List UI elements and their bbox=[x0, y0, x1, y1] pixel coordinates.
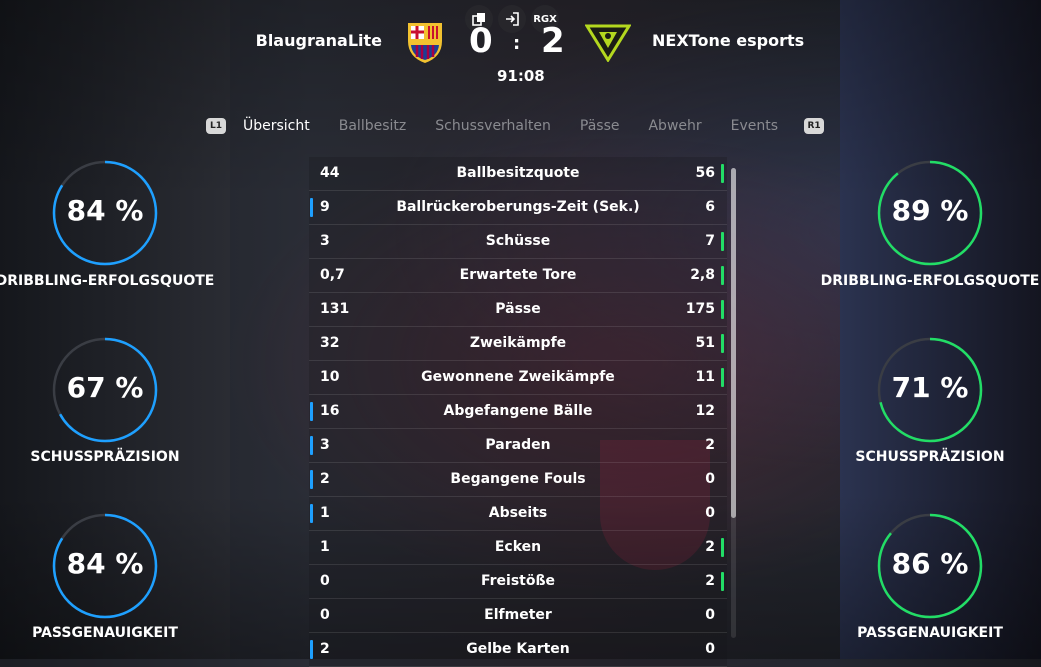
home-ring-dribbling-label: DRIBBLING-ERFOLGSQUOTE bbox=[0, 273, 215, 289]
stat-row: 32 Zweikämpfe 51 bbox=[309, 327, 727, 361]
score-separator: : bbox=[513, 33, 521, 54]
stat-label: Pässe bbox=[495, 301, 541, 317]
l1-button-icon[interactable]: L1 bbox=[206, 118, 226, 134]
tab-paesse[interactable]: Pässe bbox=[580, 118, 620, 134]
stat-label: Gelbe Karten bbox=[466, 641, 570, 657]
stat-label: Zweikämpfe bbox=[469, 335, 567, 351]
tab-uebersicht[interactable]: Übersicht bbox=[243, 118, 310, 134]
stat-row: 2 Begangene Fouls 0 bbox=[309, 463, 727, 497]
stat-row: 3 Paraden 2 bbox=[309, 429, 727, 463]
stats-scrollbar[interactable] bbox=[731, 168, 736, 638]
r1-button-icon[interactable]: R1 bbox=[804, 118, 825, 134]
away-crest-icon bbox=[584, 22, 632, 66]
stat-away-value: 51 bbox=[695, 335, 715, 351]
stat-row: 131 Pässe 175 bbox=[309, 293, 727, 327]
stat-label: Elfmeter bbox=[484, 607, 552, 623]
away-ring-schuss: 71 % bbox=[875, 335, 985, 445]
stat-label: Erwartete Tore bbox=[459, 267, 577, 283]
stat-label: Begangene Fouls bbox=[450, 471, 586, 487]
away-ring-pass: 86 % bbox=[875, 511, 985, 621]
tab-events[interactable]: Events bbox=[731, 118, 778, 134]
stat-row: 10 Gewonnene Zweikämpfe 11 bbox=[309, 361, 727, 395]
away-team-name: NEXTone esports bbox=[652, 31, 805, 50]
stat-row: 0 Elfmeter 0 bbox=[309, 599, 727, 633]
stat-away-value: 11 bbox=[695, 369, 715, 385]
match-clock: 91:08 bbox=[497, 67, 545, 85]
stat-away-value: 2 bbox=[705, 573, 715, 589]
stat-row: 0,7 Erwartete Tore 2,8 bbox=[309, 259, 727, 293]
stat-row: 3 Schüsse 7 bbox=[309, 225, 727, 259]
stat-row: 2 Gelbe Karten 0 bbox=[309, 633, 727, 667]
stat-label: Ecken bbox=[494, 539, 542, 555]
stat-row: 44 Ballbesitzquote 56 bbox=[309, 157, 727, 191]
stat-row: 1 Ecken 2 bbox=[309, 531, 727, 565]
stat-label: Abgefangene Bälle bbox=[443, 403, 593, 419]
stat-away-value: 0 bbox=[705, 607, 715, 623]
stat-label: Gewonnene Zweikämpfe bbox=[421, 369, 615, 385]
home-ring-pass: 84 % bbox=[50, 511, 160, 621]
away-ring-dribbling: 89 % bbox=[875, 158, 985, 268]
stats-scrollbar-thumb[interactable] bbox=[731, 168, 736, 518]
away-score: 2 bbox=[541, 21, 565, 61]
home-ring-dribbling: 84 % bbox=[50, 158, 160, 268]
stat-row: 0 Freistöße 2 bbox=[309, 565, 727, 599]
away-ring-dribbling-label: DRIBBLING-ERFOLGSQUOTE bbox=[820, 273, 1040, 289]
stat-label: Paraden bbox=[485, 437, 551, 453]
away-ring-pass-label: PASSGENAUIGKEIT bbox=[857, 625, 1003, 641]
stat-label: Ballrückeroberungs-Zeit (Sek.) bbox=[396, 199, 640, 215]
stat-away-value: 2 bbox=[705, 539, 715, 555]
stat-away-value: 2,8 bbox=[690, 267, 715, 283]
exit-icon[interactable] bbox=[498, 5, 526, 33]
stat-row: 16 Abgefangene Bälle 12 bbox=[309, 395, 727, 429]
away-ring-schuss-label: SCHUSSPRÄZISION bbox=[855, 449, 1005, 465]
stat-away-value: 0 bbox=[705, 641, 715, 657]
stat-label: Abseits bbox=[488, 505, 548, 521]
home-team-name: BlaugranaLite bbox=[255, 31, 382, 50]
ring-value: 71 % bbox=[891, 371, 969, 404]
stat-row: 9 Ballrückeroberungs-Zeit (Sek.) 6 bbox=[309, 191, 727, 225]
home-ring-pass-label: PASSGENAUIGKEIT bbox=[32, 625, 178, 641]
home-score: 0 bbox=[469, 21, 493, 61]
tab-ballbesitz[interactable]: Ballbesitz bbox=[339, 118, 406, 134]
tab-abwehr[interactable]: Abwehr bbox=[648, 118, 701, 134]
ring-value: 84 % bbox=[66, 194, 144, 227]
stats-tab-bar: L1 Übersicht Ballbesitz Schussverhalten … bbox=[206, 116, 825, 136]
stat-label: Schüsse bbox=[485, 233, 551, 249]
home-ring-schuss: 67 % bbox=[50, 335, 160, 445]
ring-value: 86 % bbox=[891, 547, 969, 580]
ring-value: 89 % bbox=[891, 194, 969, 227]
stats-table: 44 Ballbesitzquote 56 9 Ballrückeroberungs-Z… bbox=[309, 157, 727, 667]
stat-away-value: 12 bbox=[695, 403, 715, 419]
tab-schussverhalten[interactable]: Schussverhalten bbox=[435, 118, 551, 134]
stat-away-value: 0 bbox=[705, 505, 715, 521]
home-crest-icon bbox=[405, 21, 445, 69]
stat-label: Ballbesitzquote bbox=[456, 165, 580, 181]
stat-away-value: 175 bbox=[685, 301, 715, 317]
stat-away-value: 56 bbox=[695, 165, 715, 181]
stat-away-value: 2 bbox=[705, 437, 715, 453]
stat-row: 1 Abseits 0 bbox=[309, 497, 727, 531]
ring-value: 67 % bbox=[66, 371, 144, 404]
ring-value: 84 % bbox=[66, 547, 144, 580]
stat-away-value: 0 bbox=[705, 471, 715, 487]
stat-label: Freistöße bbox=[480, 573, 556, 589]
stat-away-value: 6 bbox=[705, 199, 715, 215]
home-ring-schuss-label: SCHUSSPRÄZISION bbox=[30, 449, 180, 465]
stat-away-value: 7 bbox=[705, 233, 715, 249]
